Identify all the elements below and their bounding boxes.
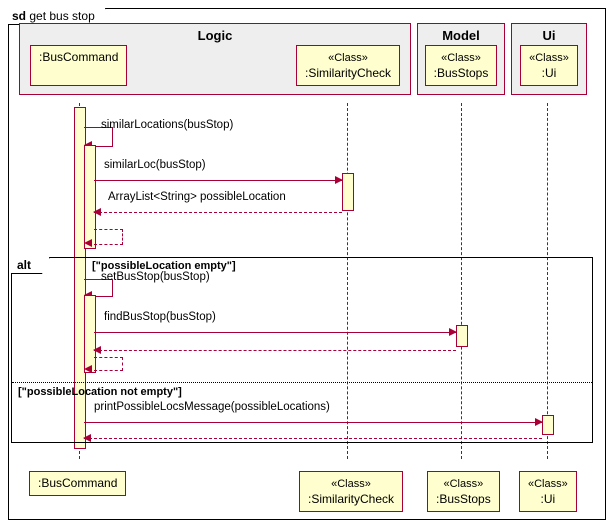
alt-separator [12,382,592,383]
participant-label: :Ui [542,66,557,80]
msg-findBusStop: findBusStop(busStop) [94,325,456,339]
participant-label: :BusStops [434,66,489,80]
msg-similarLoc: similarLoc(busStop) [94,173,342,187]
msg-label: findBusStop(busStop) [104,311,216,323]
arrow-icon [84,239,92,247]
sd-frame: sd get bus stop Logic :BusCommand «Class… [8,8,606,520]
msg-label: printPossibleLocsMessage(possibleLocatio… [94,401,330,413]
arrow-icon [93,208,101,216]
participant-similarity-top: «Class» :SimilarityCheck [296,45,400,86]
participant-label: :Ui [541,492,556,506]
group-model-label: Model [418,28,504,45]
stereotype: «Class» [328,52,368,64]
stereotype: «Class» [529,52,569,64]
participant-similarity-bottom: «Class» :SimilarityCheck [299,471,403,512]
self-return-2 [94,357,123,371]
participant-bus-command-bottom: :BusCommand [29,471,126,496]
diagram-stage: Logic :BusCommand «Class» :SimilarityChe… [9,23,605,519]
msg-setBusStop: setBusStop(busStop) [101,271,210,283]
return-findBusStop [94,343,456,357]
arrow-icon [84,365,92,373]
participant-label: :BusStops [436,492,491,506]
arrow-icon [93,346,101,354]
group-model: Model «Class» :BusStops [417,23,505,95]
return-possibleLocation: ArrayList<String> possibleLocation [94,205,342,219]
alt-label: alt [11,257,50,274]
msg-printPossibleLocs: printPossibleLocsMessage(possibleLocatio… [84,415,542,429]
arrow-icon [83,434,91,442]
activation-similarity [342,173,354,211]
msg-similarLocations: similarLocations(busStop) [101,119,233,131]
group-ui: Ui «Class» :Ui [511,23,587,95]
bottom-participants: :BusCommand «Class» :SimilarityCheck «Cl… [17,471,597,511]
group-logic: Logic :BusCommand «Class» :SimilarityChe… [19,23,411,95]
participant-busstops-top: «Class» :BusStops [425,45,498,86]
stereotype: «Class» [443,478,483,490]
group-logic-label: Logic [20,28,410,45]
participant-busstops-bottom: «Class» :BusStops [427,471,500,512]
stereotype: «Class» [441,52,481,64]
activation-ui [542,415,554,435]
msg-label: similarLoc(busStop) [104,159,206,171]
alt-guard-2: ["possibleLocation not empty"] [18,386,182,398]
stereotype: «Class» [528,478,568,490]
stereotype: «Class» [331,478,371,490]
participant-label: :SimilarityCheck [308,492,394,506]
msg-label: ArrayList<String> possibleLocation [108,191,286,203]
participant-ui-bottom: «Class» :Ui [519,471,577,512]
self-return [94,229,123,245]
participant-bus-command-top: :BusCommand [30,45,127,86]
sd-keyword: sd [12,9,26,23]
participant-label: :SimilarityCheck [305,66,391,80]
group-ui-label: Ui [512,28,586,45]
participant-ui-top: «Class» :Ui [520,45,578,86]
activation-busstops [456,325,468,347]
sd-name: get bus stop [29,9,94,23]
return-printPossibleLocs [84,431,542,445]
